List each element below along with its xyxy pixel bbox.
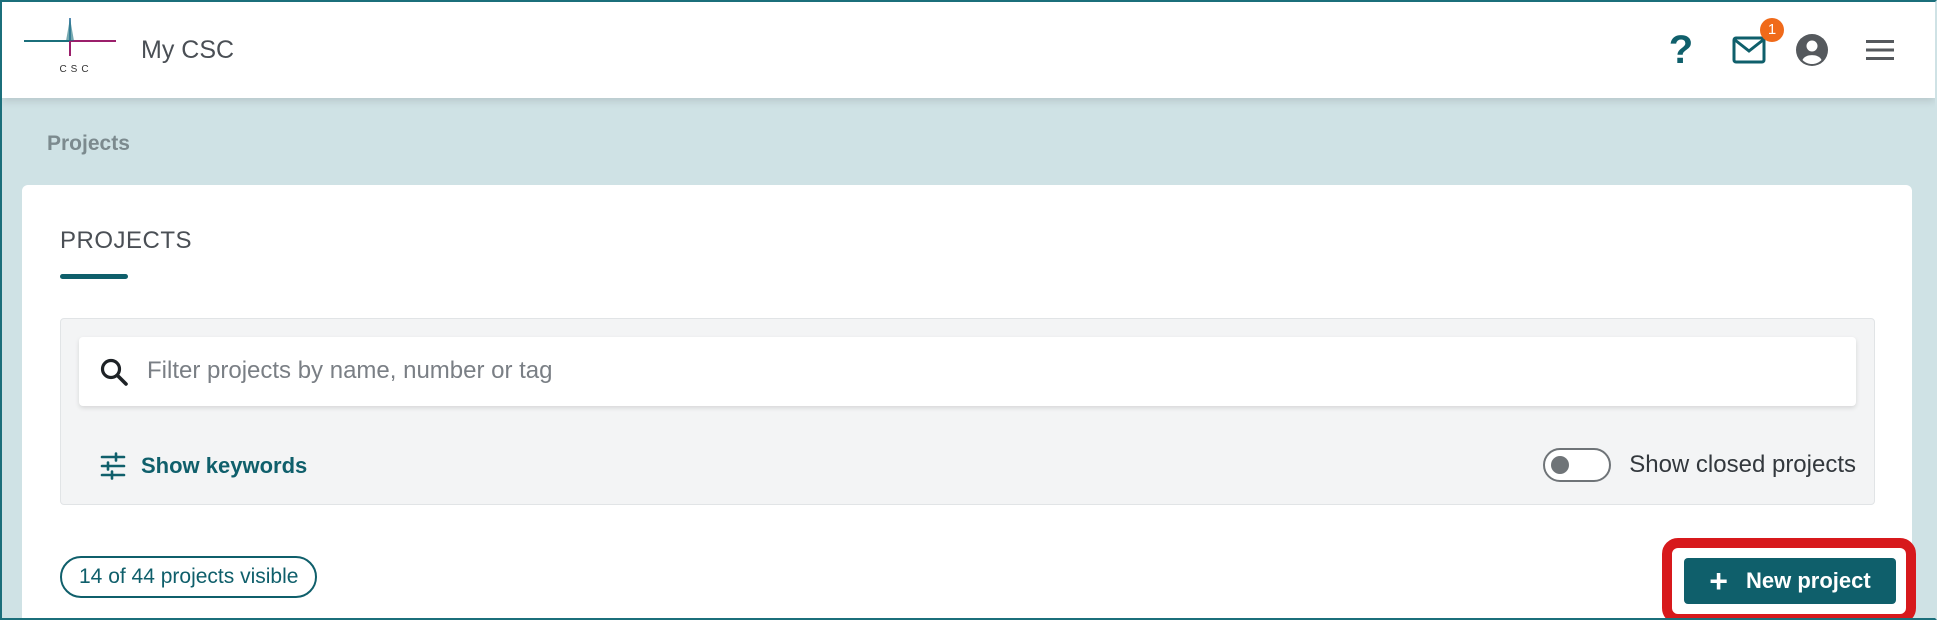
- show-keywords-label: Show keywords: [141, 453, 308, 478]
- app-frame: CSC My CSC ? 1 Projects PROJECTS Filter …: [0, 0, 1937, 620]
- account-icon[interactable]: [1792, 28, 1832, 72]
- help-icon[interactable]: ?: [1661, 28, 1701, 72]
- show-closed-switch[interactable]: [1543, 448, 1612, 482]
- csc-logo[interactable]: CSC: [22, 16, 118, 80]
- title-underline: [60, 274, 128, 279]
- top-bar: CSC My CSC ? 1: [2, 2, 1935, 98]
- show-closed-label: Show closed projects: [1629, 451, 1856, 478]
- visible-count-badge: 14 of 44 projects visible: [60, 556, 318, 598]
- notification-badge: 1: [1760, 18, 1784, 42]
- projects-card: PROJECTS Filter projects by name, number…: [22, 185, 1916, 618]
- breadcrumb[interactable]: Projects: [47, 132, 130, 156]
- switch-knob: [1551, 456, 1570, 474]
- show-keywords-button[interactable]: Show keywords: [99, 451, 307, 481]
- sliders-icon: [100, 452, 126, 480]
- menu-icon[interactable]: [1860, 28, 1900, 72]
- filter-panel: Show keywords Show closed projects: [60, 318, 1875, 505]
- plus-icon: +: [1709, 563, 1728, 599]
- search-icon: [100, 358, 128, 386]
- page-title: PROJECTS: [60, 227, 193, 254]
- new-project-label: New project: [1745, 568, 1871, 593]
- search-field: [79, 337, 1856, 406]
- logo-text: CSC: [59, 64, 93, 75]
- app-title: My CSC: [141, 36, 235, 64]
- new-project-button[interactable]: + New project: [1684, 558, 1896, 604]
- show-closed-toggle[interactable]: Show closed projects: [1543, 447, 1856, 483]
- search-input[interactable]: [147, 349, 1827, 393]
